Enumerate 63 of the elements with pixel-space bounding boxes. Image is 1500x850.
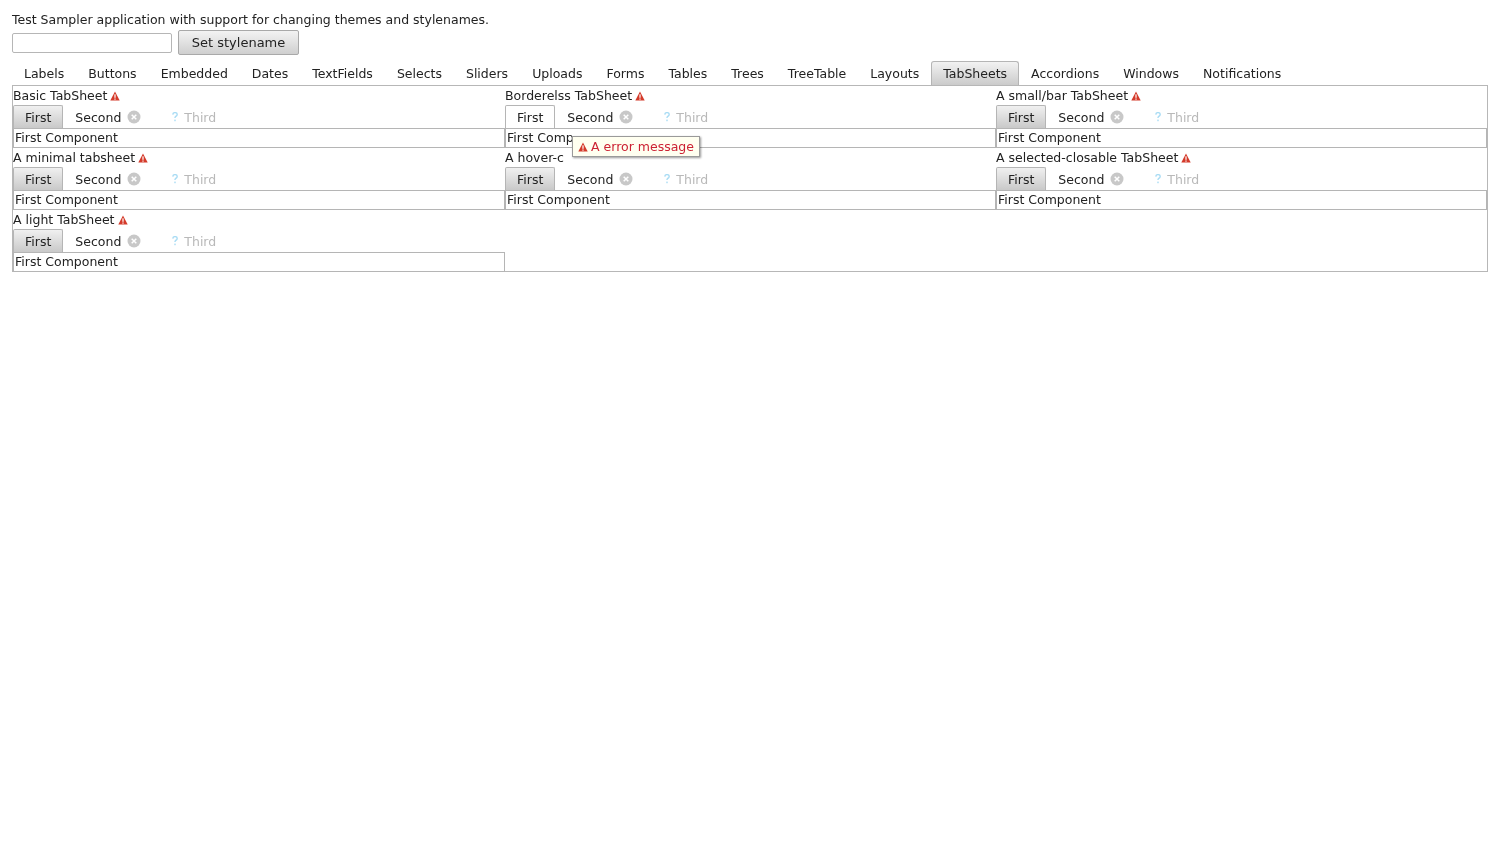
tab-content: First Component bbox=[13, 252, 505, 272]
tabsheet-caption: A light TabSheet bbox=[13, 211, 115, 229]
tabsheet-caption: A hover-c bbox=[505, 149, 564, 167]
main-tab[interactable]: Embedded bbox=[148, 61, 240, 85]
close-icon[interactable] bbox=[127, 234, 142, 248]
tabsheet-caption: A small/bar TabSheet bbox=[996, 87, 1129, 105]
tabsheet-caption: A minimal tabsheet bbox=[13, 149, 136, 167]
tab[interactable]: Second bbox=[555, 167, 646, 190]
warning-icon bbox=[578, 141, 588, 152]
tab[interactable]: First bbox=[996, 167, 1047, 190]
tab[interactable]: First bbox=[505, 105, 556, 128]
intro-text: Test Sampler application with support for changing themes and stylenames. bbox=[12, 12, 490, 28]
main-tab[interactable]: TreeTable bbox=[775, 61, 859, 85]
main-tab[interactable]: Notifications bbox=[1191, 61, 1294, 85]
help-icon bbox=[1155, 174, 1162, 184]
main-tab[interactable]: Layouts bbox=[858, 61, 932, 85]
tab[interactable]: First bbox=[996, 105, 1047, 128]
tab[interactable]: First bbox=[505, 167, 556, 190]
main-tab[interactable]: Labels bbox=[12, 61, 77, 85]
error-tooltip: A error message bbox=[572, 136, 700, 157]
close-icon[interactable] bbox=[127, 110, 142, 124]
tab[interactable]: First bbox=[13, 229, 64, 252]
tab[interactable]: Second bbox=[1046, 167, 1137, 190]
main-tab[interactable]: Accordions bbox=[1019, 61, 1112, 85]
close-icon[interactable] bbox=[1110, 110, 1125, 124]
close-icon[interactable] bbox=[1110, 172, 1125, 186]
tabsheet-caption: Borderelss TabSheet bbox=[505, 87, 633, 105]
main-tab[interactable]: TextFields bbox=[300, 61, 385, 85]
help-icon bbox=[172, 112, 179, 122]
tab[interactable]: Second bbox=[63, 105, 154, 128]
tab[interactable]: Second bbox=[555, 105, 646, 128]
tab-content: First Component bbox=[505, 190, 996, 210]
main-tab[interactable]: Forms bbox=[594, 61, 657, 85]
main-tab[interactable]: Tables bbox=[656, 61, 720, 85]
tab[interactable]: Second bbox=[1046, 105, 1137, 128]
tabsheet-caption: A selected-closable TabSheet bbox=[996, 149, 1179, 167]
tab[interactable]: Second bbox=[63, 229, 154, 252]
help-icon bbox=[664, 112, 671, 122]
stylename-field[interactable] bbox=[12, 32, 172, 53]
main-tab[interactable]: Buttons bbox=[76, 61, 149, 85]
tab-content: First Component bbox=[996, 190, 1487, 210]
main-tab[interactable]: TabSheets bbox=[931, 61, 1020, 85]
tab-content: First Component bbox=[996, 128, 1487, 148]
tab-content: First Component bbox=[13, 128, 505, 148]
main-tab[interactable]: Selects bbox=[384, 61, 454, 85]
main-tab[interactable]: Trees bbox=[719, 61, 776, 85]
close-icon[interactable] bbox=[127, 172, 142, 186]
main-tab[interactable]: Dates bbox=[239, 61, 301, 85]
main-tab[interactable]: Uploads bbox=[520, 61, 595, 85]
main-tab[interactable]: Sliders bbox=[453, 61, 521, 85]
close-icon[interactable] bbox=[619, 110, 634, 124]
close-icon[interactable] bbox=[619, 172, 634, 186]
tab[interactable]: Second bbox=[63, 167, 154, 190]
tab[interactable]: First bbox=[13, 167, 64, 190]
help-icon bbox=[172, 236, 179, 246]
help-icon bbox=[172, 174, 179, 184]
tabsheet-caption: Basic TabSheet bbox=[13, 87, 108, 105]
set-stylename-button[interactable]: Set stylename bbox=[178, 30, 299, 55]
help-icon bbox=[664, 174, 671, 184]
tab[interactable]: First bbox=[13, 105, 64, 128]
tab-content: First Component bbox=[13, 190, 505, 210]
main-tab[interactable]: Windows bbox=[1111, 61, 1191, 85]
help-icon bbox=[1155, 112, 1162, 122]
